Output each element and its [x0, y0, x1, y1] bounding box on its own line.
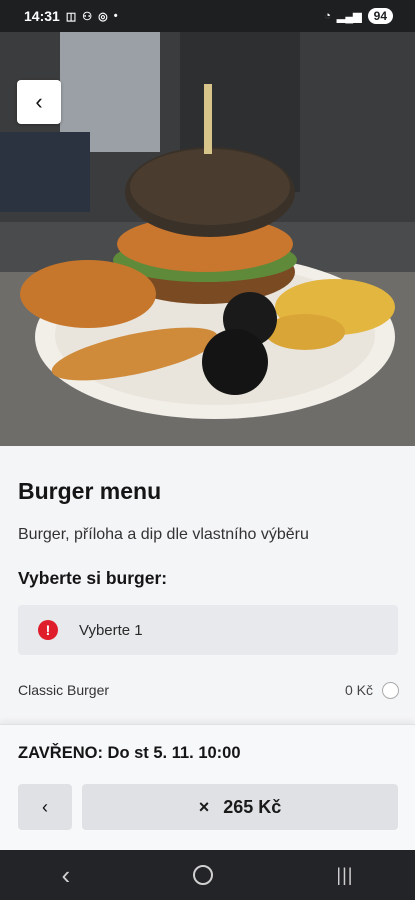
signal-icon: ▂▄▆: [336, 10, 362, 23]
choice-section-title: Vyberte si burger:: [18, 568, 168, 588]
option-price: 0 Kč: [344, 682, 373, 698]
chevron-left-icon: ‹: [35, 89, 43, 114]
back-button[interactable]: ‹: [17, 80, 61, 124]
previous-button[interactable]: ‹: [18, 784, 72, 830]
nav-back-icon[interactable]: ‹: [62, 860, 71, 891]
burger-photo: [0, 32, 415, 446]
dot-icon: •: [113, 10, 118, 22]
add-to-cart-button[interactable]: × 265 Kč: [82, 784, 398, 830]
selection-required-box: ! Vyberte 1: [18, 605, 398, 655]
option-radio[interactable]: [382, 681, 399, 699]
burger-option-classic[interactable]: Classic Burger 0 Kč: [18, 678, 399, 702]
chevron-left-icon: ‹: [42, 796, 48, 817]
notification-icon: ⚇: [82, 10, 93, 23]
system-navigation-bar: ‹ |||: [0, 850, 415, 900]
selection-prompt: Vyberte 1: [79, 621, 143, 639]
status-time: 14:31: [24, 8, 60, 24]
nav-home-icon[interactable]: [193, 865, 214, 885]
product-description: Burger, příloha a dip dle vlastního výbě…: [18, 526, 309, 543]
nav-recents-icon[interactable]: |||: [336, 865, 353, 886]
sync-icon: ◎: [98, 10, 108, 23]
error-icon: !: [38, 620, 58, 640]
cart-total: 265 Kč: [223, 796, 282, 817]
battery-indicator: 94: [367, 8, 393, 24]
close-icon: ×: [198, 796, 210, 817]
closed-notice: ZAVŘENO: Do st 5. 11. 10:00: [18, 744, 241, 762]
product-title: Burger menu: [18, 478, 162, 504]
status-bar: 14:31 ◫ ⚇ ◎ • ◔ ▂▄▆ 94: [0, 0, 415, 32]
screenshot-icon: ◫: [65, 10, 77, 23]
product-image: ‹: [0, 32, 415, 446]
option-name: Classic Burger: [18, 682, 110, 698]
wifi-icon: ◔: [324, 10, 331, 22]
